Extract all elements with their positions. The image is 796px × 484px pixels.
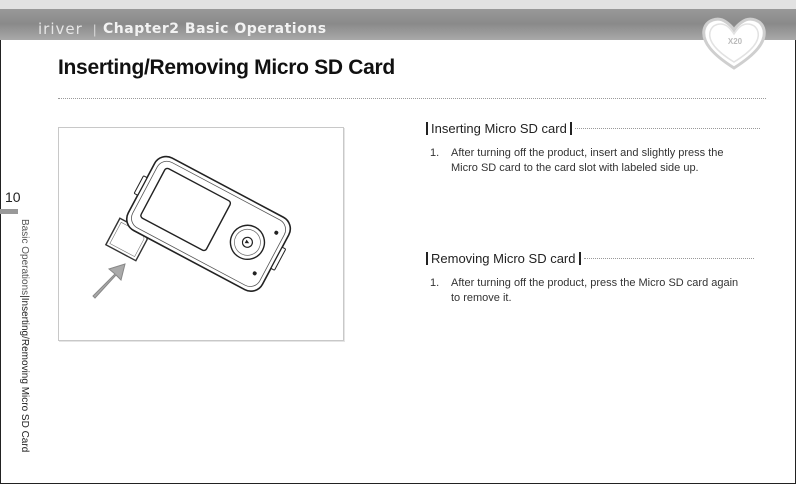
step-text: After turning off the product, insert an… xyxy=(451,147,724,174)
heading-dotted-rule xyxy=(583,258,754,259)
header-separator: | xyxy=(93,22,97,37)
vertical-breadcrumb: Basic Operations|Inserting/Removing Micr… xyxy=(19,219,30,452)
section-inserting: Inserting Micro SD card 1. After turning… xyxy=(426,121,760,176)
breadcrumb-topic: Inserting/Removing Micro SD Card xyxy=(19,297,30,453)
player-sd-card-drawing xyxy=(92,155,292,299)
heading-dotted-rule xyxy=(574,128,760,129)
chapter-title: Chapter2 Basic Operations xyxy=(103,21,327,37)
step-text: After turning off the product, press the… xyxy=(451,277,739,304)
page-number: 10 xyxy=(5,189,21,205)
heading-bar-right xyxy=(569,122,572,135)
page-number-bar xyxy=(0,209,18,214)
section-heading-text: Removing Micro SD card xyxy=(431,251,576,266)
insert-arrow-icon xyxy=(92,263,126,299)
heading-bar-left xyxy=(426,122,428,135)
header-highlight xyxy=(0,0,796,9)
heart-badge-text: X20 xyxy=(728,37,743,46)
chapter-label: Chapter2 xyxy=(103,21,180,37)
heading-bar-left xyxy=(426,252,428,265)
section-heading-text: Inserting Micro SD card xyxy=(431,121,567,136)
chapter-section: Basic Operations xyxy=(184,21,327,37)
breadcrumb-category: Basic Operations xyxy=(19,219,30,296)
x20-heart-logo: X20 xyxy=(702,17,766,70)
step-item: 1. After turning off the product, press … xyxy=(426,276,746,306)
header-bar: iriver | Chapter2 Basic Operations xyxy=(0,0,796,40)
section-heading: Inserting Micro SD card xyxy=(426,121,760,136)
heading-bar-right xyxy=(578,252,581,265)
title-divider xyxy=(58,98,766,99)
section-heading: Removing Micro SD card xyxy=(426,251,754,266)
device-illustration xyxy=(58,127,344,341)
page-title: Inserting/Removing Micro SD Card xyxy=(58,56,395,79)
section-removing: Removing Micro SD card 1. After turning … xyxy=(426,251,754,306)
step-item: 1. After turning off the product, insert… xyxy=(426,146,746,176)
brand-logo: iriver xyxy=(38,20,83,38)
step-number: 1. xyxy=(430,147,440,159)
mp3-player xyxy=(125,155,292,292)
step-number: 1. xyxy=(430,277,440,289)
